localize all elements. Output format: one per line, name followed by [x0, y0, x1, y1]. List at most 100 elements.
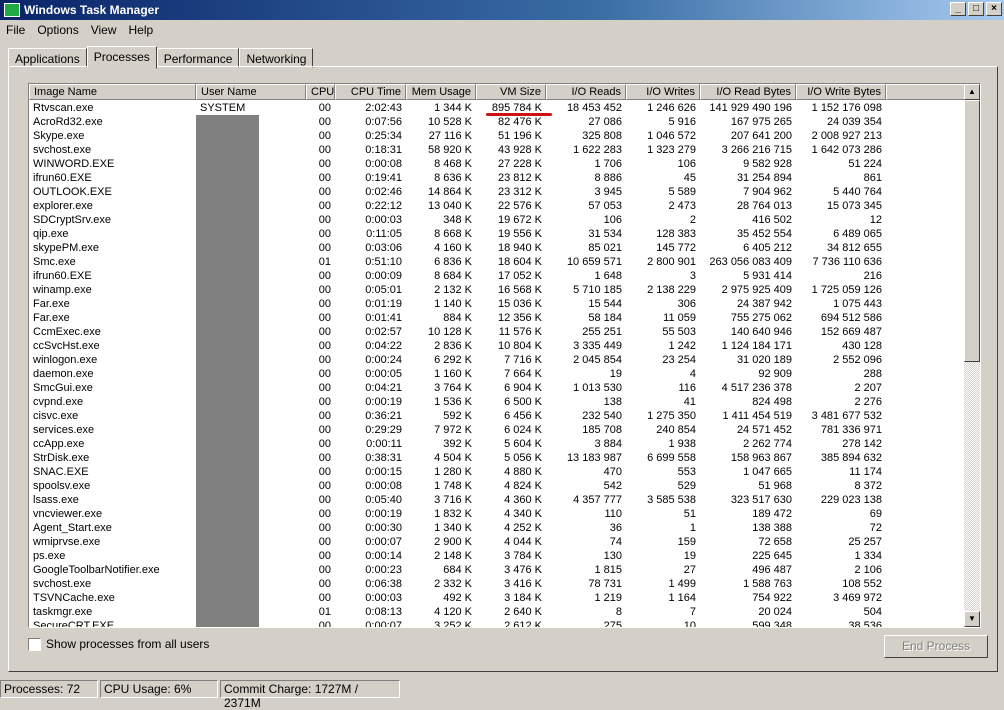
scroll-down-icon[interactable]: ▼: [964, 611, 980, 627]
table-row[interactable]: ps.exe 00 0:00:14 2 148 K 3 784 K 130 19 225 64…: [29, 549, 886, 563]
table-row[interactable]: SDCryptSrv.exe 00 0:00:03 348 K 19 672 K 106 2…: [29, 213, 886, 227]
table-row[interactable]: CcmExec.exe 00 0:02:57 10 128 K 11 576 K 255 …: [29, 325, 886, 339]
cell-io-writes: 6 699 558: [647, 452, 696, 464]
table-row[interactable]: svchost.exe 00 0:06:38 2 332 K 3 416 K 78 731…: [29, 577, 886, 591]
title-bar: Windows Task Manager _ □ ×: [0, 0, 1004, 20]
table-row[interactable]: skypePM.exe 00 0:03:06 4 160 K 18 940 K 85 02…: [29, 241, 886, 255]
cell-io-writes: 1 499: [668, 578, 696, 590]
tab-processes[interactable]: Processes: [86, 46, 157, 69]
table-row[interactable]: ccApp.exe 00 0:00:11 392 K 5 604 K 3 884 1 938…: [29, 437, 886, 451]
table-row[interactable]: spoolsv.exe 00 0:00:08 1 748 K 4 824 K 542 529…: [29, 479, 886, 493]
close-button[interactable]: ×: [986, 2, 1002, 16]
table-row[interactable]: daemon.exe 00 0:00:05 1 160 K 7 664 K 19 4 92 9…: [29, 367, 886, 381]
table-row[interactable]: WINWORD.EXE 00 0:00:08 8 468 K 27 228 K 1 706…: [29, 157, 886, 171]
table-row[interactable]: SmcGui.exe 00 0:04:21 3 764 K 6 904 K 1 013 5…: [29, 381, 886, 395]
table-row[interactable]: qip.exe 00 0:11:05 8 668 K 19 556 K 31 534 128…: [29, 227, 886, 241]
table-row[interactable]: ifrun60.EXE 00 0:19:41 8 636 K 23 812 K 8 886…: [29, 171, 886, 185]
cell-mem-usage: 1 280 K: [434, 466, 472, 478]
table-row[interactable]: AcroRd32.exe 00 0:07:56 10 528 K 82 476 K 27 …: [29, 115, 886, 129]
table-row[interactable]: winlogon.exe 00 0:00:24 6 292 K 7 716 K 2 045…: [29, 353, 886, 367]
cell-cpu: 00: [318, 242, 331, 254]
menu-view[interactable]: View: [85, 23, 123, 37]
tab-performance[interactable]: Performance: [156, 48, 240, 68]
table-row[interactable]: winamp.exe 00 0:05:01 2 132 K 16 568 K 5 710 …: [29, 283, 886, 297]
table-row[interactable]: ccSvcHst.exe 00 0:04:22 2 836 K 10 804 K 3 33…: [29, 339, 886, 353]
column-header-user-name[interactable]: User Name: [196, 84, 306, 100]
table-row[interactable]: wmiprvse.exe 00 0:00:07 2 900 K 4 044 K 74 159…: [29, 535, 886, 549]
table-row[interactable]: vncviewer.exe 00 0:00:19 1 832 K 4 340 K 110 5…: [29, 507, 886, 521]
maximize-button[interactable]: □: [968, 2, 984, 16]
cell-io-write-bytes: 38 536: [848, 620, 882, 628]
cell-io-read-bytes: 35 452 554: [736, 228, 792, 240]
cell-io-read-bytes: 158 963 867: [730, 452, 792, 464]
table-row[interactable]: Far.exe 00 0:01:19 1 140 K 15 036 K 15 544 306…: [29, 297, 886, 311]
table-row[interactable]: services.exe 00 0:29:29 7 972 K 6 024 K 185 7…: [29, 423, 886, 437]
table-row[interactable]: SNAC.EXE 00 0:00:15 1 280 K 4 880 K 470 553 1 0…: [29, 465, 886, 479]
menu-help[interactable]: Help: [123, 23, 160, 37]
cell-io-writes: 5 589: [668, 186, 696, 198]
tab-networking[interactable]: Networking: [239, 48, 314, 68]
scroll-up-icon[interactable]: ▲: [964, 84, 980, 100]
cell-mem-usage: 1 344 K: [434, 102, 472, 114]
cell-io-read-bytes: 1 588 763: [743, 578, 792, 590]
column-header-io-read-bytes[interactable]: I/O Read Bytes: [700, 84, 796, 100]
cell-io-write-bytes: 2 276: [854, 396, 882, 408]
table-row[interactable]: Smc.exe 01 0:51:10 6 836 K 18 604 K 10 659 57…: [29, 255, 886, 269]
cell-vm-size: 4 880 K: [504, 466, 542, 478]
tab-applications[interactable]: Applications: [8, 48, 87, 68]
cell-cpu-time: 0:00:07: [365, 536, 402, 548]
cell-cpu: 00: [318, 452, 331, 464]
table-row[interactable]: GoogleToolbarNotifier.exe 00 0:00:23 684 K 3…: [29, 563, 886, 577]
checkbox-box[interactable]: [28, 637, 41, 651]
table-row[interactable]: Skype.exe 00 0:25:34 27 116 K 51 196 K 325 80…: [29, 129, 886, 143]
cell-io-reads: 130: [603, 550, 622, 562]
column-header-vm-size[interactable]: VM Size: [476, 84, 546, 100]
show-all-users-checkbox[interactable]: Show processes from all users: [28, 637, 209, 651]
table-row[interactable]: cisvc.exe 00 0:36:21 592 K 6 456 K 232 540 1 2…: [29, 409, 886, 423]
cell-io-write-bytes: 430 128: [842, 340, 882, 352]
table-row[interactable]: SecureCRT.EXE 00 0:00:07 3 252 K 2 612 K 275 1…: [29, 619, 886, 628]
vertical-scrollbar[interactable]: ▲ ▼: [964, 84, 980, 627]
cell-io-writes: 128 383: [656, 228, 696, 240]
menu-file[interactable]: File: [0, 23, 31, 37]
table-row[interactable]: TSVNCache.exe 00 0:00:03 492 K 3 184 K 1 219 1…: [29, 591, 886, 605]
end-process-button[interactable]: End Process: [884, 635, 988, 658]
cell-cpu-time: 0:01:19: [365, 298, 402, 310]
table-row[interactable]: Agent_Start.exe 00 0:00:30 1 340 K 4 252 K 36…: [29, 521, 886, 535]
table-row[interactable]: Rtvscan.exe SYSTEM 00 2:02:43 1 344 K 895 784…: [29, 101, 886, 115]
column-header-cpu-time[interactable]: CPU Time: [335, 84, 406, 100]
table-row[interactable]: svchost.exe 00 0:18:31 58 920 K 43 928 K 1 62…: [29, 143, 886, 157]
table-row[interactable]: Far.exe 00 0:01:41 884 K 12 356 K 58 184 11 05…: [29, 311, 886, 325]
cell-mem-usage: 3 764 K: [434, 382, 472, 394]
cell-mem-usage: 592 K: [443, 410, 472, 422]
table-row[interactable]: lsass.exe 00 0:05:40 3 716 K 4 360 K 4 357 77…: [29, 493, 886, 507]
cell-image-name: Far.exe: [33, 298, 70, 310]
cell-image-name: OUTLOOK.EXE: [33, 186, 112, 198]
cell-io-reads: 3 335 449: [573, 340, 622, 352]
cell-io-writes: 1 938: [668, 438, 696, 450]
menu-options[interactable]: Options: [31, 23, 84, 37]
cell-io-reads: 110: [604, 508, 622, 520]
cell-io-write-bytes: 216: [863, 270, 882, 282]
table-row[interactable]: cvpnd.exe 00 0:00:19 1 536 K 6 500 K 138 41 824…: [29, 395, 886, 409]
table-row[interactable]: StrDisk.exe 00 0:38:31 4 504 K 5 056 K 13 183…: [29, 451, 886, 465]
cell-vm-size: 12 356 K: [497, 312, 542, 324]
column-header-io-reads[interactable]: I/O Reads: [546, 84, 626, 100]
cell-cpu-time: 0:03:06: [365, 242, 402, 254]
column-header-image-name[interactable]: Image Name: [29, 84, 196, 100]
minimize-button[interactable]: _: [950, 2, 966, 16]
cell-cpu: 00: [318, 312, 331, 324]
cell-io-read-bytes: 496 487: [752, 564, 792, 576]
table-row[interactable]: OUTLOOK.EXE 00 0:02:46 14 864 K 23 312 K 3 94…: [29, 185, 886, 199]
column-header-io-write-bytes[interactable]: I/O Write Bytes: [796, 84, 886, 100]
column-header-io-writes[interactable]: I/O Writes: [626, 84, 700, 100]
cell-io-reads: 232 540: [582, 410, 622, 422]
column-header-cpu[interactable]: CPU: [306, 84, 335, 100]
table-row[interactable]: ifrun60.EXE 00 0:00:09 8 684 K 17 052 K 1 648…: [29, 269, 886, 283]
cell-user-name: SYSTEM: [200, 102, 246, 114]
table-row[interactable]: taskmgr.exe 01 0:08:13 4 120 K 2 640 K 8 7 20 0…: [29, 605, 886, 619]
column-header-mem-usage[interactable]: Mem Usage: [406, 84, 476, 100]
cell-io-read-bytes: 28 764 013: [736, 200, 792, 212]
table-row[interactable]: explorer.exe 00 0:22:12 13 040 K 22 576 K 57 …: [29, 199, 886, 213]
scroll-thumb[interactable]: [964, 100, 980, 362]
